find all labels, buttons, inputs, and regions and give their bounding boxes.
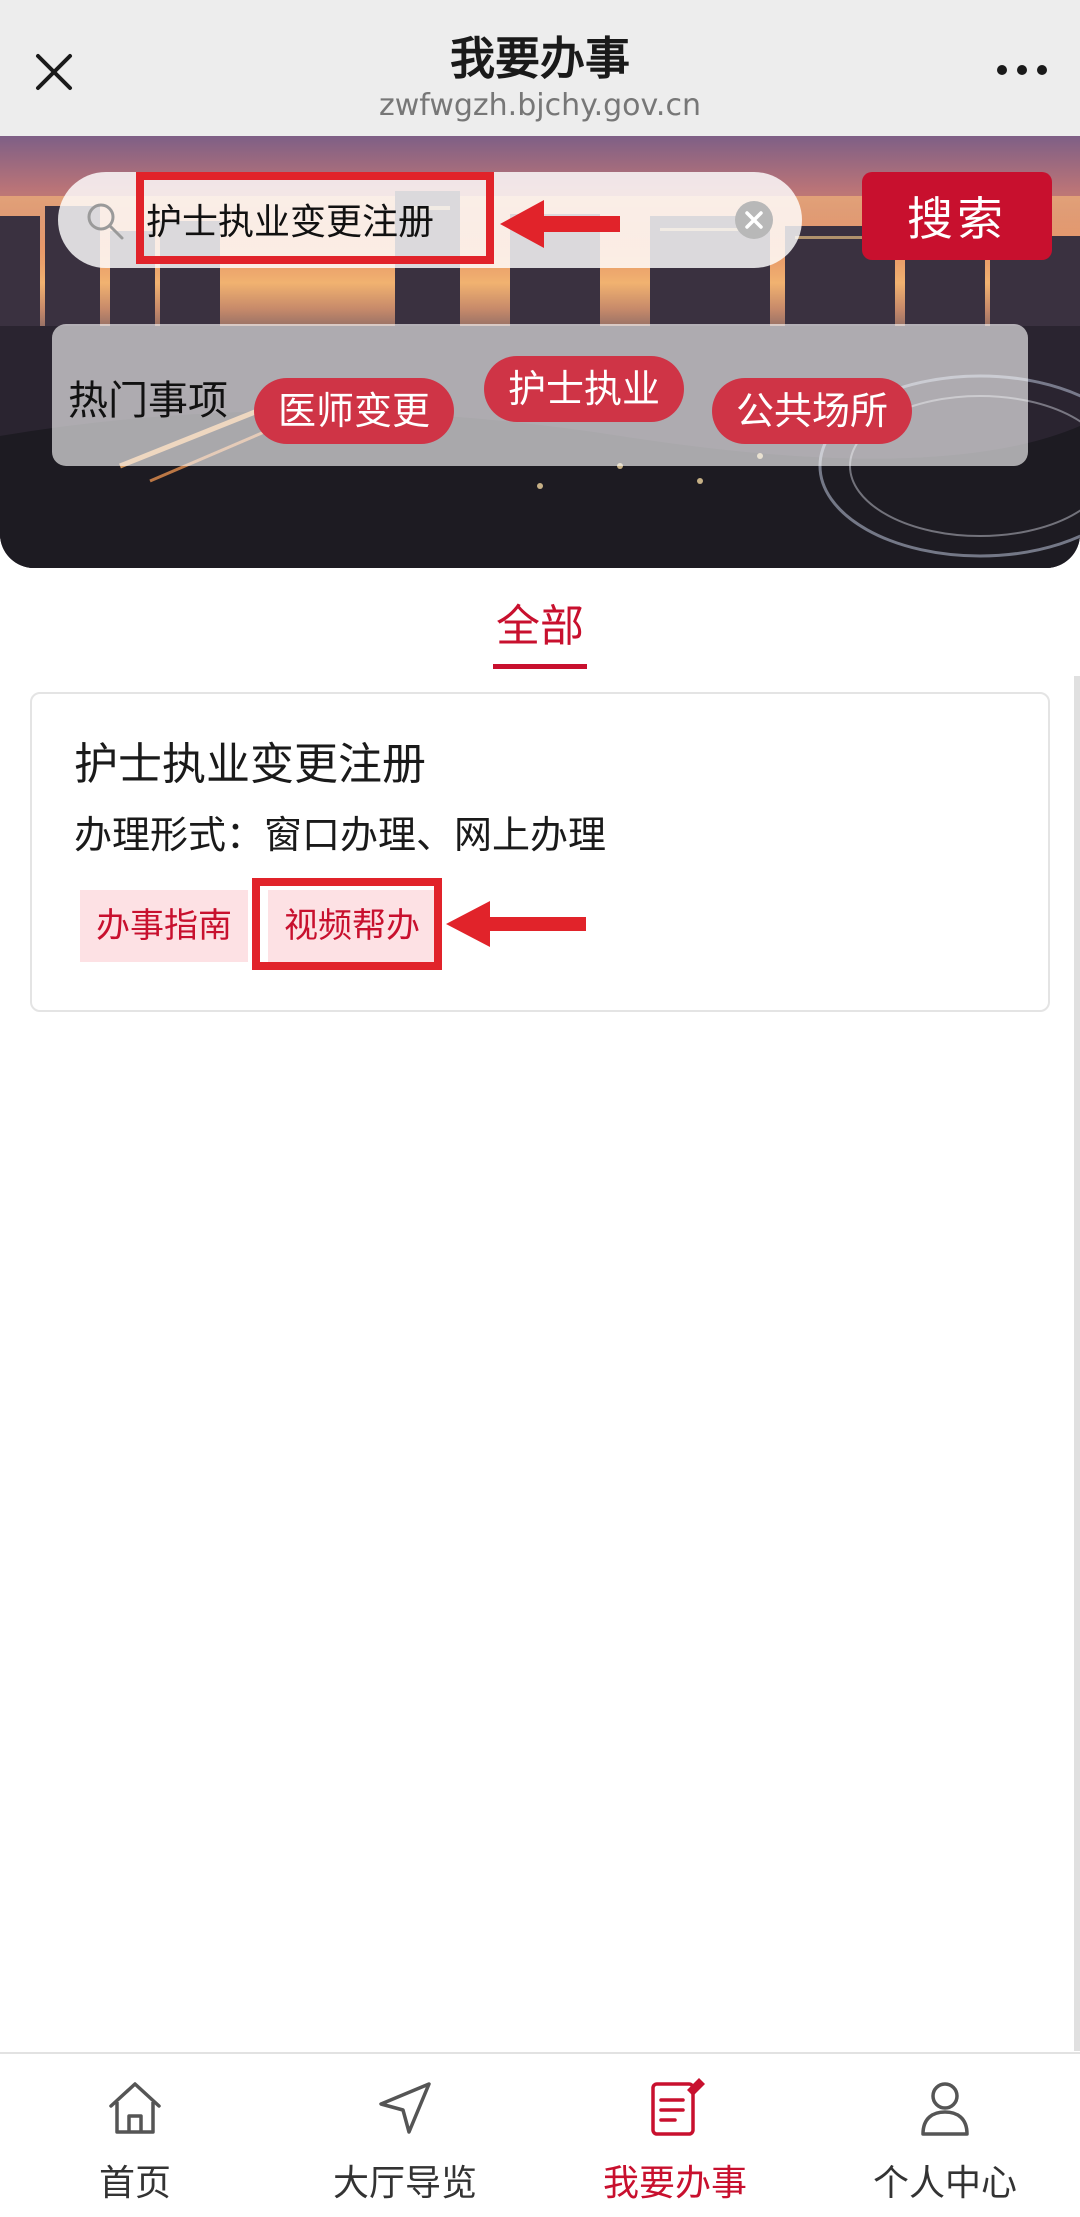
guide-button[interactable]: 办事指南: [80, 890, 248, 962]
hot-tag-public-places[interactable]: 公共场所: [712, 378, 913, 444]
navigation-arrow-icon: [379, 2082, 431, 2134]
home-icon: [109, 2082, 161, 2134]
result-card[interactable]: 护士执业变更注册 办理形式：窗口办理、网上办理 办事指南 视频帮办: [30, 692, 1050, 1012]
user-icon: [921, 2082, 969, 2136]
more-options-icon[interactable]: [992, 55, 1052, 85]
top-nav-bar: 我要办事 zwfwgzh.bjchy.gov.cn: [0, 0, 1080, 137]
search-icon: [87, 203, 124, 240]
result-method: 办理形式：窗口办理、网上办理: [74, 813, 607, 857]
search-input[interactable]: [142, 186, 766, 252]
nav-home[interactable]: 首页: [0, 2054, 270, 2217]
bottom-tab-bar: 首页 大厅导览 我要办事 个人中心: [0, 2052, 1080, 2217]
tab-active-indicator: [493, 664, 587, 669]
nav-profile-label: 个人中心: [872, 2163, 1017, 2204]
page-title: 我要办事: [449, 32, 630, 85]
nav-services-label: 我要办事: [602, 2163, 747, 2204]
hot-tag-nurse-practice[interactable]: 护士执业: [484, 356, 685, 422]
clear-search-icon[interactable]: [734, 200, 774, 240]
scrollbar-track: [1074, 676, 1080, 2051]
nav-hall-guide-label: 大厅导览: [332, 2163, 477, 2204]
result-title: 护士执业变更注册: [74, 739, 426, 790]
page-url: zwfwgzh.bjchy.gov.cn: [379, 88, 701, 123]
hot-items-label: 热门事项: [68, 378, 228, 424]
search-box: [58, 172, 802, 268]
video-help-button[interactable]: 视频帮办: [268, 890, 436, 962]
search-button[interactable]: 搜索: [862, 172, 1052, 260]
hero-banner: 搜索 热门事项 医师变更 护士执业 公共场所: [0, 136, 1080, 568]
nav-home-label: 首页: [98, 2163, 171, 2204]
nav-profile[interactable]: 个人中心: [810, 2054, 1080, 2217]
document-edit-icon: [651, 2078, 705, 2136]
tab-all[interactable]: 全部: [0, 590, 1080, 654]
hot-tag-doctor-change[interactable]: 医师变更: [254, 378, 455, 444]
nav-services[interactable]: 我要办事: [540, 2054, 810, 2217]
nav-hall-guide[interactable]: 大厅导览: [270, 2054, 540, 2217]
